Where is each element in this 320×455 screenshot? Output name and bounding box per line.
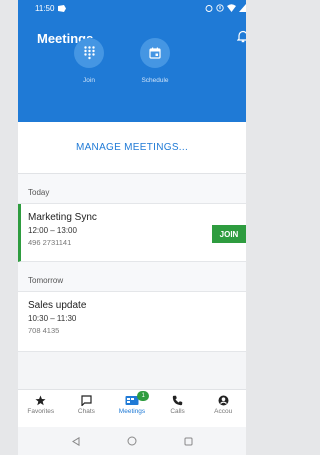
nav-chats[interactable]: Chats (64, 390, 110, 427)
manage-meetings-label: MANAGE MEETINGS... (75, 142, 189, 153)
dnd-icon (216, 4, 224, 12)
meeting-title: Marketing Sync (28, 212, 97, 223)
meeting-time: 10:30 – 11:30 (28, 314, 77, 323)
back-icon[interactable] (71, 436, 80, 446)
phone-screen: 11:50 Meetings Join Schedule MANAGE MEET… (18, 0, 246, 455)
chat-icon (81, 395, 92, 406)
bottom-navigation: Favorites Chats 1 Meetings Calls Accou (18, 389, 246, 427)
home-icon[interactable] (127, 436, 137, 446)
join-button[interactable]: JOIN (212, 225, 246, 243)
nav-label: Calls (170, 408, 185, 415)
section-heading-today: Today (18, 174, 246, 204)
join-action-label: Join (83, 77, 95, 84)
system-navigation (18, 427, 246, 455)
nav-label: Accou (214, 408, 233, 415)
meeting-id: 708 4135 (28, 326, 60, 335)
dialpad-icon[interactable] (74, 38, 104, 68)
star-icon (35, 395, 46, 406)
nav-label: Favorites (27, 408, 55, 415)
app-header: 11:50 Meetings Join Schedule (18, 0, 246, 122)
section-heading-tomorrow: Tomorrow (18, 262, 246, 292)
quick-actions: Join Schedule (18, 38, 246, 84)
bell-icon[interactable] (236, 30, 246, 48)
nav-calls[interactable]: Calls (155, 390, 201, 427)
nav-account[interactable]: Accou (200, 390, 246, 427)
signal-icon (239, 4, 246, 12)
schedule-action-label: Schedule (141, 77, 169, 84)
nav-label: Chats (77, 408, 95, 415)
phone-icon (172, 395, 183, 406)
alarm-icon (205, 5, 213, 12)
meeting-title: Sales update (28, 300, 87, 311)
account-icon (218, 395, 229, 406)
manage-meetings-button[interactable]: MANAGE MEETINGS... (18, 122, 246, 174)
notification-icon (58, 4, 67, 12)
nav-label: Meetings (118, 408, 146, 415)
nav-favorites[interactable]: Favorites (18, 390, 64, 427)
status-time: 11:50 (35, 3, 55, 13)
meetings-badge: 1 (137, 391, 150, 401)
meeting-item-marketing-sync[interactable]: Marketing Sync 12:00 – 13:00 496 2731141… (18, 204, 246, 262)
wifi-icon (227, 4, 236, 12)
status-bar: 11:50 (18, 0, 246, 16)
calendar-icon[interactable] (140, 38, 170, 68)
nav-meetings[interactable]: 1 Meetings (109, 390, 155, 427)
schedule-action[interactable]: Schedule (133, 38, 177, 84)
recents-icon[interactable] (184, 437, 193, 446)
status-icons (205, 4, 246, 12)
join-action[interactable]: Join (67, 38, 111, 84)
meeting-item-sales-update[interactable]: Sales update 10:30 – 11:30 708 4135 (18, 292, 246, 352)
